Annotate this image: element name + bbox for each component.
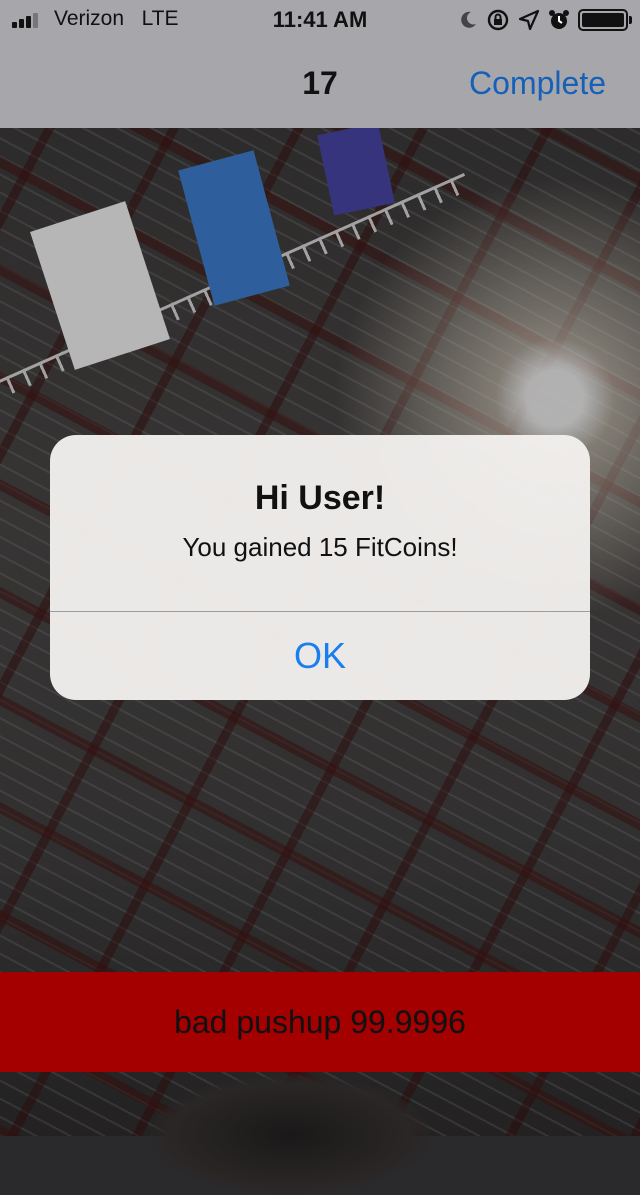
status-bar: Verizon LTE 11:41 AM — [0, 0, 640, 40]
ok-button[interactable]: OK — [50, 612, 590, 700]
alert-title: Hi User! — [254, 479, 386, 517]
alarm-clock-icon — [549, 10, 569, 29]
battery-icon — [578, 9, 632, 31]
camera-foreground — [150, 1075, 430, 1195]
alert-dialog: Hi User! You gained 15 FitCoins! OK — [50, 435, 590, 700]
alert-message: You gained 15 FitCoins! — [182, 532, 458, 562]
result-banner: bad pushup 99.9996 — [0, 972, 640, 1072]
rotation-lock-icon — [487, 9, 509, 31]
result-text: bad pushup 99.9996 — [174, 1003, 466, 1040]
status-icons — [458, 8, 632, 32]
moon-icon — [461, 11, 476, 28]
complete-button[interactable]: Complete — [469, 65, 606, 102]
top-bar: Verizon LTE 11:41 AM 17 Complete — [0, 0, 640, 128]
location-arrow-icon — [518, 9, 540, 31]
alert-content: Hi User! You gained 15 FitCoins! — [50, 435, 590, 563]
